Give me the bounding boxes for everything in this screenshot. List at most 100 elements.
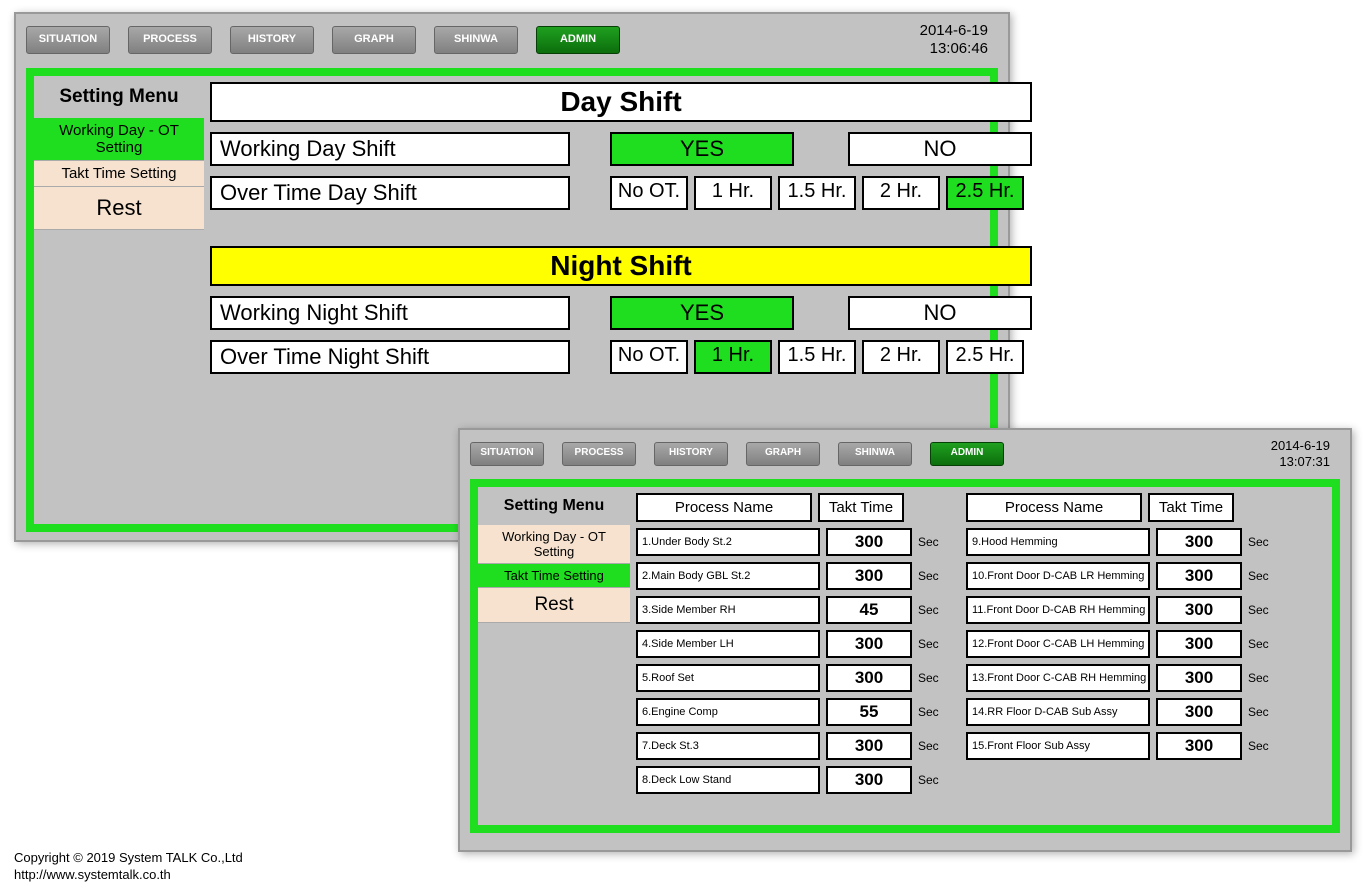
topbar: SITUATION PROCESS HISTORY GRAPH SHINWA A… bbox=[460, 430, 1350, 477]
sidebar-item-working-day-ot[interactable]: Working Day - OT Setting bbox=[34, 118, 204, 161]
nav-admin[interactable]: ADMIN bbox=[536, 26, 620, 54]
takt-time-cell[interactable]: 300 bbox=[1156, 698, 1242, 726]
ot-night-1hr[interactable]: 1 Hr. bbox=[694, 340, 772, 374]
takt-row: 9.Hood Hemming300 Sec bbox=[966, 528, 1272, 556]
takt-time-header: Takt Time bbox=[1148, 493, 1234, 522]
footer-url-text: http://www.systemtalk.co.th bbox=[14, 867, 243, 884]
ot-night-1.5hr[interactable]: 1.5 Hr. bbox=[778, 340, 856, 374]
takt-time-cell[interactable]: 300 bbox=[826, 732, 912, 760]
process-name-cell: 10.Front Door D-CAB LR Hemming bbox=[966, 562, 1150, 590]
ot-day-1.5hr[interactable]: 1.5 Hr. bbox=[778, 176, 856, 210]
takt-time-cell[interactable]: 300 bbox=[826, 562, 912, 590]
takt-row: 2.Main Body GBL St.2300 Sec bbox=[636, 562, 942, 590]
process-name-cell: 12.Front Door C-CAB LH Hemming bbox=[966, 630, 1150, 658]
nav-history[interactable]: HISTORY bbox=[230, 26, 314, 54]
takt-time-header: Takt Time bbox=[818, 493, 904, 522]
nav-shinwa[interactable]: SHINWA bbox=[434, 26, 518, 54]
ot-day-no-ot[interactable]: No OT. bbox=[610, 176, 688, 210]
sidebar-item-takt-time[interactable]: Takt Time Setting bbox=[34, 161, 204, 187]
takt-column-right: Process Name Takt Time 9.Hood Hemming300… bbox=[966, 493, 1272, 819]
takt-time-cell[interactable]: 300 bbox=[1156, 596, 1242, 624]
takt-row: 10.Front Door D-CAB LR Hemming300Sec bbox=[966, 562, 1272, 590]
sec-label: Sec bbox=[918, 535, 942, 549]
working-day-yes[interactable]: YES bbox=[610, 132, 794, 166]
takt-time-cell[interactable]: 45 bbox=[826, 596, 912, 624]
window-takt-time: SITUATION PROCESS HISTORY GRAPH SHINWA A… bbox=[458, 428, 1352, 852]
sec-label: Sec bbox=[918, 705, 942, 719]
nav-graph[interactable]: GRAPH bbox=[746, 442, 820, 466]
nav-situation[interactable]: SITUATION bbox=[26, 26, 110, 54]
ot-day-2.5hr[interactable]: 2.5 Hr. bbox=[946, 176, 1024, 210]
process-name-cell: 3.Side Member RH bbox=[636, 596, 820, 624]
takt-row: 13.Front Door C-CAB RH Hemming300Sec bbox=[966, 664, 1272, 692]
ot-day-2hr[interactable]: 2 Hr. bbox=[862, 176, 940, 210]
nav-admin[interactable]: ADMIN bbox=[930, 442, 1004, 466]
nav-process[interactable]: PROCESS bbox=[562, 442, 636, 466]
takt-time-cell[interactable]: 300 bbox=[826, 528, 912, 556]
takt-time-cell[interactable]: 300 bbox=[1156, 630, 1242, 658]
time-label: 13:07:31 bbox=[1271, 454, 1330, 470]
sidebar-item-rest[interactable]: Rest bbox=[478, 588, 630, 623]
nav-graph[interactable]: GRAPH bbox=[332, 26, 416, 54]
nav-process[interactable]: PROCESS bbox=[128, 26, 212, 54]
ot-night-label: Over Time Night Shift bbox=[210, 340, 570, 374]
sidebar-title: Setting Menu bbox=[34, 80, 204, 118]
working-night-yes[interactable]: YES bbox=[610, 296, 794, 330]
nav-history[interactable]: HISTORY bbox=[654, 442, 728, 466]
working-day-label: Working Day Shift bbox=[210, 132, 570, 166]
process-name-cell: 15.Front Floor Sub Assy bbox=[966, 732, 1150, 760]
ot-day-1hr[interactable]: 1 Hr. bbox=[694, 176, 772, 210]
process-name-cell: 9.Hood Hemming bbox=[966, 528, 1150, 556]
datetime: 2014-6-19 13:06:46 bbox=[920, 22, 998, 58]
sidebar-item-takt-time[interactable]: Takt Time Setting bbox=[478, 564, 630, 588]
process-name-cell: 7.Deck St.3 bbox=[636, 732, 820, 760]
sec-label: Sec bbox=[918, 637, 942, 651]
ot-night-no-ot[interactable]: No OT. bbox=[610, 340, 688, 374]
sec-label: Sec bbox=[1248, 637, 1272, 651]
working-day-no[interactable]: NO bbox=[848, 132, 1032, 166]
nav-shinwa[interactable]: SHINWA bbox=[838, 442, 912, 466]
topbar: SITUATION PROCESS HISTORY GRAPH SHINWA A… bbox=[16, 14, 1008, 66]
sidebar-item-rest[interactable]: Rest bbox=[34, 187, 204, 230]
process-name-cell: 2.Main Body GBL St.2 bbox=[636, 562, 820, 590]
sec-label: Sec bbox=[1248, 705, 1272, 719]
takt-time-cell[interactable]: 300 bbox=[1156, 528, 1242, 556]
takt-time-cell[interactable]: 300 bbox=[826, 664, 912, 692]
day-shift-title: Day Shift bbox=[210, 82, 1032, 122]
sec-label: Sec bbox=[918, 671, 942, 685]
working-night-no[interactable]: NO bbox=[848, 296, 1032, 330]
takt-time-cell[interactable]: 300 bbox=[826, 766, 912, 794]
date-label: 2014-6-19 bbox=[1271, 438, 1330, 454]
sec-label: Sec bbox=[1248, 671, 1272, 685]
sec-label: Sec bbox=[918, 603, 942, 617]
process-name-header: Process Name bbox=[966, 493, 1142, 522]
ot-night-2hr[interactable]: 2 Hr. bbox=[862, 340, 940, 374]
process-name-cell: 1.Under Body St.2 bbox=[636, 528, 820, 556]
sec-label: Sec bbox=[1248, 739, 1272, 753]
takt-time-cell[interactable]: 55 bbox=[826, 698, 912, 726]
sec-label: Sec bbox=[1248, 535, 1272, 549]
datetime: 2014-6-19 13:07:31 bbox=[1271, 438, 1340, 469]
takt-row: 12.Front Door C-CAB LH Hemming300 Sec bbox=[966, 630, 1272, 658]
sidebar-item-working-day-ot[interactable]: Working Day - OT Setting bbox=[478, 525, 630, 564]
takt-time-cell[interactable]: 300 bbox=[826, 630, 912, 658]
process-name-cell: 6.Engine Comp bbox=[636, 698, 820, 726]
takt-time-cell[interactable]: 300 bbox=[1156, 562, 1242, 590]
takt-row: 11.Front Door D-CAB RH Hemming300Sec bbox=[966, 596, 1272, 624]
working-night-label: Working Night Shift bbox=[210, 296, 570, 330]
ot-night-2.5hr[interactable]: 2.5 Hr. bbox=[946, 340, 1024, 374]
process-name-cell: 11.Front Door D-CAB RH Hemming bbox=[966, 596, 1150, 624]
ot-day-label: Over Time Day Shift bbox=[210, 176, 570, 210]
takt-time-cell[interactable]: 300 bbox=[1156, 664, 1242, 692]
takt-column-left: Process Name Takt Time 1.Under Body St.2… bbox=[636, 493, 942, 819]
takt-row: 6.Engine Comp55 Sec bbox=[636, 698, 942, 726]
sec-label: Sec bbox=[918, 569, 942, 583]
takt-content: Process Name Takt Time 1.Under Body St.2… bbox=[630, 487, 1332, 825]
sec-label: Sec bbox=[918, 773, 942, 787]
sec-label: Sec bbox=[918, 739, 942, 753]
nav-situation[interactable]: SITUATION bbox=[470, 442, 544, 466]
takt-row: 4.Side Member LH300Sec bbox=[636, 630, 942, 658]
footer: Copyright © 2019 System TALK Co.,Ltd htt… bbox=[14, 850, 243, 884]
takt-time-cell[interactable]: 300 bbox=[1156, 732, 1242, 760]
sidebar-title: Setting Menu bbox=[478, 491, 630, 525]
